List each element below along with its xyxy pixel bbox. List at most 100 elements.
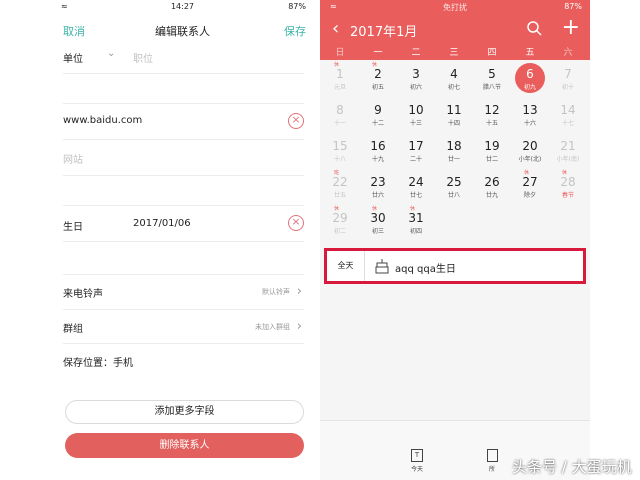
calendar-day[interactable]: 9 十二 [359,96,397,132]
calendar-day[interactable]: 23 廿六 [359,168,397,204]
day-number: 7 [564,67,572,81]
today-button[interactable]: T 今天 [406,449,428,473]
calendar-day[interactable]: 休 29 初二 [321,204,359,240]
calendar-day[interactable]: 5 腊八节 [473,60,511,96]
search-icon[interactable] [526,20,542,40]
lunar-date: 元旦 [333,84,346,91]
month-title[interactable]: 2017年1月 [350,21,417,40]
day-number: 19 [484,139,500,153]
job-title-field[interactable]: 职位 [133,50,153,65]
calendar-day[interactable]: 休 1 元旦 [321,60,359,96]
calendar-day[interactable]: 休 2 初五 [359,60,397,96]
calendar-day[interactable]: 6 初九 [511,60,549,96]
calendar-day[interactable]: 15 十八 [321,132,359,168]
save-button[interactable]: 保存 [284,23,306,39]
calendar-day[interactable]: 14 十七 [549,96,587,132]
lunar-date: 廿一 [447,156,460,163]
event-name: aqq qqa生日 [395,264,456,275]
day-number: 5 [488,67,496,81]
calendar-day[interactable]: 18 廿一 [435,132,473,168]
calendar-day[interactable]: 休 27 除夕 [511,168,549,204]
calendar-day[interactable]: 19 廿二 [473,132,511,168]
calendar-screen: ≈ 免打扰 87% ‹ 2017年1月 + 日一二三四五六 休 1 元旦休 2 初五 3 初… [320,0,590,480]
lunar-date: 小年(北) [518,156,542,163]
lunar-date: 十八 [333,156,346,163]
day-number: 17 [408,139,424,153]
empty-field-row[interactable] [63,74,304,104]
calendar-header: ≈ 免打扰 87% ‹ 2017年1月 + 日 一 二 三 四 五 六 [320,0,590,60]
website-empty-row[interactable]: 网站 [63,140,304,176]
calendar-day[interactable]: 7 初十 [549,60,587,96]
chevron-right-icon: › [296,319,302,334]
add-fields-button[interactable]: 添加更多字段 [65,400,304,424]
calendar-day[interactable]: 3 初六 [397,60,435,96]
lunar-date: 十五 [485,120,498,127]
clear-birthday-icon[interactable]: × [288,215,304,231]
weekday-label: 日 [335,48,345,58]
website-value[interactable]: www.baidu.com [63,115,142,126]
lunar-date: 廿九 [485,192,498,199]
day-number: 3 [412,67,420,81]
website-field[interactable]: 网站 [63,151,83,166]
calendar-day[interactable]: 11 十四 [435,96,473,132]
lunar-date: 初九 [523,84,536,91]
clear-website-icon[interactable]: × [288,113,304,129]
calendar-day[interactable]: 26 廿九 [473,168,511,204]
calendar-day[interactable]: 休 30 初三 [359,204,397,240]
status-bar: ≈ 14:27 87% [51,0,314,14]
status-battery: 87% [564,2,582,11]
calendar-day[interactable]: 13 十六 [511,96,549,132]
lunar-date: 廿八 [447,192,460,199]
weekday-label: 一 [373,48,383,58]
calendar-day[interactable]: 20 小年(北) [511,132,549,168]
day-number: 30 [370,211,386,225]
day-number: 29 [332,211,348,225]
lunar-date: 除夕 [523,192,536,199]
all-day-label: 全天 [327,251,365,281]
day-number: 23 [370,175,386,189]
calendar-day[interactable]: 25 廿八 [435,168,473,204]
birthday-row[interactable]: 生日 2017/01/06 × [63,206,304,242]
calendar-day[interactable]: 10 十三 [397,96,435,132]
ringtone-row[interactable]: 来电铃声 默认铃声 › [63,275,304,310]
day-number: 15 [332,139,348,153]
calendar-day[interactable]: 17 二十 [397,132,435,168]
birthday-value[interactable]: 2017/01/06 [133,218,191,229]
calendar-grid: 休 1 元旦休 2 初五 3 初六 4 初七 5 腊八节 6 初九 7 初十 8 十一 9 十二 10 十三 11 十四 12… [320,60,590,243]
calendar-day[interactable]: 21 小年(南) [549,132,587,168]
spacer-row [63,176,304,206]
status-time: 14:27 [170,2,195,11]
empty-row [63,242,304,275]
schedule-label: 所 [488,466,495,473]
calendar-day[interactable]: 8 十一 [321,96,359,132]
calendar-day[interactable]: 24 廿七 [397,168,435,204]
lunar-date: 初三 [371,228,384,235]
delete-contact-button[interactable]: 删除联系人 [65,433,304,458]
add-icon[interactable]: + [562,16,580,40]
calendar-day[interactable]: 16 十九 [359,132,397,168]
day-number: 11 [446,103,462,117]
day-number: 25 [446,175,462,189]
day-number: 20 [522,139,538,153]
event-item[interactable]: 全天 aqq qqa生日 [324,248,586,284]
website-row[interactable]: www.baidu.com × [63,104,304,140]
lunar-date: 春节 [561,192,574,199]
back-icon[interactable]: ‹ [332,18,339,40]
day-number: 2 [374,67,382,81]
day-number: 1 [336,67,344,81]
calendar-day[interactable]: 休 28 春节 [549,168,587,204]
day-number: 10 [408,103,424,117]
all-schedule-button[interactable]: 所 [482,449,502,473]
day-number: 27 [522,175,538,189]
company-label: 单位 [63,54,83,65]
company-row[interactable]: 单位 ⌄ 职位 [63,46,304,74]
calendar-day[interactable]: 休 31 初四 [397,204,435,240]
chevron-down-icon[interactable]: ⌄ [107,48,115,59]
group-row[interactable]: 群组 未加入群组 › [63,310,304,344]
calendar-day[interactable]: 班 22 廿五 [321,168,359,204]
page-title: 编辑联系人 [155,25,210,38]
lunar-date: 十四 [447,120,460,127]
day-number: 13 [522,103,538,117]
calendar-day[interactable]: 12 十五 [473,96,511,132]
calendar-day[interactable]: 4 初七 [435,60,473,96]
